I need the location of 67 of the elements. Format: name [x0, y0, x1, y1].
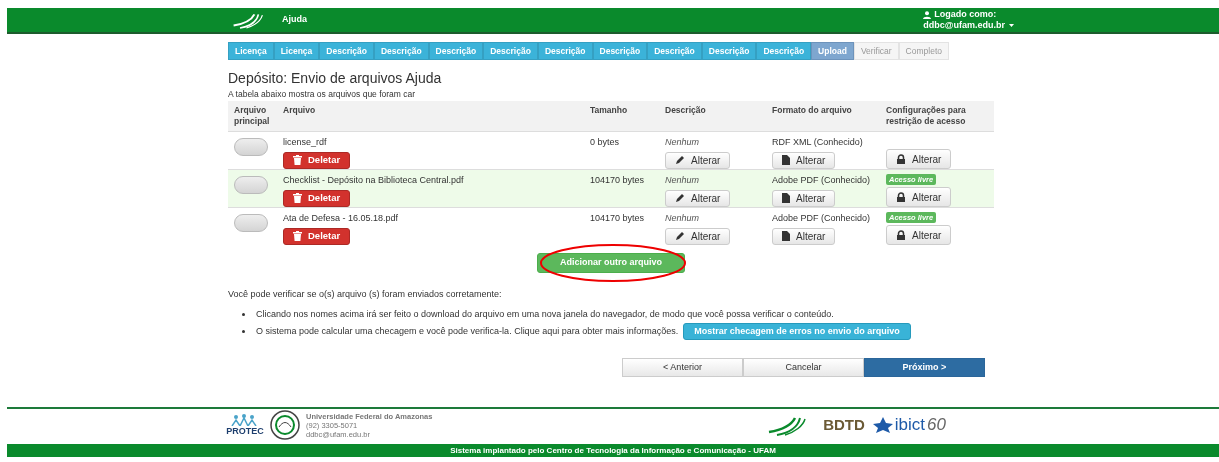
bullet-text: Clicando nos nomes acima irá ser feito o download do arquivo em uma nova janela do navegador, de modo que você possa verificar o conteúdo.: [256, 307, 834, 321]
nav-button[interactable]: Cancelar: [743, 358, 864, 377]
alter-button[interactable]: Alterar: [665, 151, 731, 169]
ibict-logo: ibict60: [872, 416, 946, 434]
alter-button[interactable]: Alterar: [886, 187, 952, 207]
lock-icon: [896, 154, 906, 164]
column-header: Arquivo principal: [233, 105, 271, 128]
file-name[interactable]: Ata de Defesa - 16.05.18.pdf: [283, 212, 399, 226]
column-header: Tamanho: [590, 105, 629, 117]
file-format: Adobe PDF (Conhecido): [772, 212, 871, 225]
primary-radio[interactable]: [234, 176, 268, 194]
description-value: Nenhum: [665, 136, 700, 149]
star-icon: [872, 417, 893, 433]
alter-button[interactable]: Alterar: [886, 149, 952, 169]
file-name[interactable]: license_rdf: [283, 136, 327, 150]
file-size: 104170 bytes: [590, 174, 646, 186]
column-header: Arquivo: [283, 105, 317, 117]
alter-button[interactable]: Alterar: [665, 189, 731, 207]
alter-button[interactable]: Alterar: [772, 189, 836, 207]
trash-icon: [293, 193, 302, 204]
user-icon: [923, 10, 932, 19]
trash-icon: [293, 231, 302, 242]
nav-button[interactable]: Próximo >: [864, 358, 985, 377]
bullet-text: O sistema pode calcular uma checagem e você pode verifica-la. Clique aqui para obter mais informações.: [256, 324, 679, 338]
protec-logo: PROTEC: [228, 414, 262, 436]
column-header: Formato do arquivo: [772, 105, 853, 117]
header-title[interactable]: Ajuda: [282, 13, 307, 27]
bdtd-logo: BDTD: [823, 414, 865, 435]
pencil-icon: [675, 231, 685, 242]
description-value: Nenhum: [665, 212, 700, 225]
alter-button[interactable]: Alterar: [772, 227, 836, 245]
step-tab[interactable]: Upload: [811, 42, 854, 60]
alter-button[interactable]: Alterar: [772, 151, 836, 169]
delete-button[interactable]: Deletar: [283, 189, 351, 207]
lock-icon: [896, 230, 906, 240]
trash-icon: [293, 155, 302, 166]
footer-text: Sistema implantado pelo Centro de Tecnologia da Informação e Comunicação - UFAM: [450, 445, 776, 456]
file-size: 0 bytes: [590, 136, 621, 148]
runners-icon: [230, 414, 260, 426]
primary-radio[interactable]: [234, 138, 268, 156]
primary-radio[interactable]: [234, 214, 268, 232]
file-icon: [782, 193, 790, 204]
nav-button[interactable]: < Anterior: [622, 358, 743, 377]
pencil-icon: [675, 155, 685, 166]
delete-button[interactable]: Deletar: [283, 227, 351, 245]
user-menu[interactable]: ddbc@ufam.edu.br: [923, 20, 1014, 31]
university-seal: [270, 410, 300, 440]
column-header: Configurações para restrição de acesso: [886, 105, 967, 128]
file-size: 104170 bytes: [590, 212, 646, 224]
file-icon: [782, 155, 790, 166]
page-heading: Depósito: Envio de arquivos Ajuda: [228, 70, 443, 86]
alter-button[interactable]: Alterar: [886, 225, 952, 245]
pencil-icon: [675, 193, 685, 204]
logo-icon: [232, 11, 264, 29]
file-icon: [782, 231, 790, 242]
verify-note: Você pode verificar se o(s) arquivo (s) foram enviados corretamente:: [228, 288, 503, 301]
caret-icon: [1009, 24, 1014, 27]
file-format: RDF XML (Conhecido): [772, 136, 863, 149]
user-label: Logado como:: [934, 9, 997, 20]
column-header: Descrição: [665, 105, 707, 117]
file-name[interactable]: Checklist - Depósito na Biblioteca Central.pdf: [283, 174, 464, 188]
lock-icon: [896, 192, 906, 202]
file-format: Adobe PDF (Conhecido): [772, 174, 871, 187]
delete-button[interactable]: Deletar: [283, 151, 351, 169]
table-intro: A tabela abaixo mostra os arquivos que foram car: [228, 89, 417, 100]
description-value: Nenhum: [665, 174, 700, 187]
alter-button[interactable]: Alterar: [665, 227, 731, 245]
